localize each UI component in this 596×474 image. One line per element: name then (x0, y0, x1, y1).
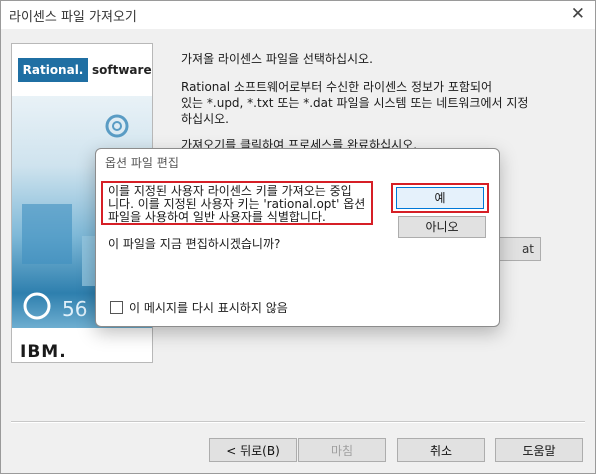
svg-text:56: 56 (62, 297, 87, 321)
cancel-button[interactable]: 취소 (397, 438, 485, 462)
window-title: 라이센스 파일 가져오기 (9, 10, 137, 25)
instruction-text: 가져올 라이센스 파일을 선택하십시오. (181, 52, 373, 66)
description-line: Rational 소프트웨어로부터 수신한 라이센스 정보가 포함되어 (181, 80, 493, 94)
rational-logo: Rational. (18, 58, 88, 82)
license-import-window: 라이센스 파일 가져오기 ✕ Rational. software 56 IBM… (0, 0, 596, 474)
ibm-logo: IBM. (20, 342, 67, 362)
help-button[interactable]: 도움말 (495, 438, 583, 462)
edit-options-dialog: 옵션 파일 편집 이를 지정된 사용자 라이센스 키를 가져오는 중입 니다. … (95, 148, 500, 327)
description-line: 하십시오. (181, 112, 229, 126)
footer-separator (11, 421, 585, 423)
dont-show-again-option[interactable]: 이 메시지를 다시 표시하지 않음 (110, 299, 288, 316)
dont-show-again-label: 이 메시지를 다시 표시하지 않음 (129, 301, 288, 315)
dont-show-again-checkbox[interactable] (110, 301, 123, 314)
description-line: 있는 *.upd, *.txt 또는 *.dat 파일을 시스템 또는 네트워크… (181, 96, 529, 110)
dialog-message-line: 파일을 사용하여 일반 사용자를 식별합니다. (108, 210, 326, 224)
yes-highlight: 예 (391, 183, 489, 213)
back-button[interactable]: < 뒤로(B) (209, 438, 297, 462)
yes-button[interactable]: 예 (396, 187, 484, 209)
title-bar: 라이센스 파일 가져오기 ✕ (1, 1, 595, 29)
no-button[interactable]: 아니오 (398, 216, 486, 238)
finish-button[interactable]: 마침 (298, 438, 386, 462)
dialog-title: 옵션 파일 편집 (105, 156, 179, 170)
close-icon[interactable]: ✕ (571, 4, 585, 24)
dialog-message: 이를 지정된 사용자 라이센스 키를 가져오는 중입 니다. 이를 지정된 사용… (101, 181, 373, 225)
software-label: software (92, 63, 152, 77)
dialog-question: 이 파일을 지금 편집하시겠습니까? (108, 237, 281, 251)
